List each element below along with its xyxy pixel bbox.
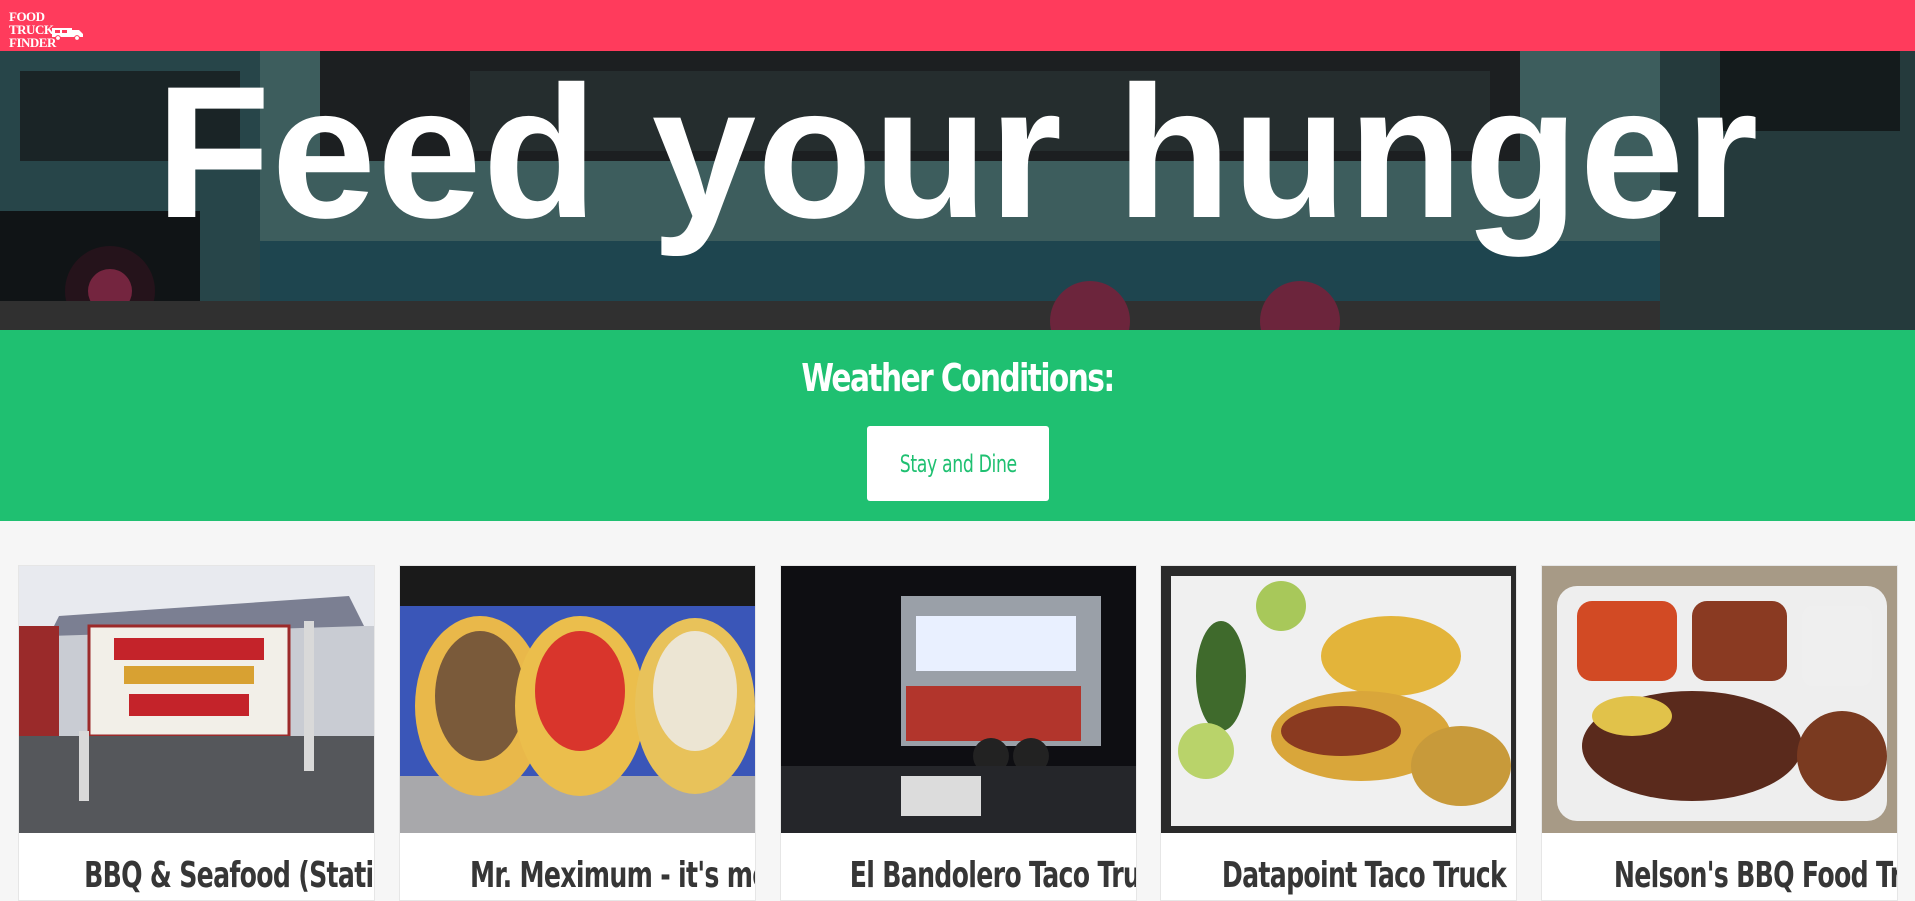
truck-card[interactable]: Datapoint Taco Truck	[1160, 565, 1517, 901]
truck-card-list: BBQ & Seafood (Static Mr. Meximum - it's…	[0, 565, 1915, 901]
truck-photo	[1161, 566, 1516, 833]
navbar: FOOD TRUCK FINDER	[0, 0, 1915, 51]
food-truck-icon	[52, 28, 83, 41]
weather-title: Weather Conditions:	[801, 356, 1115, 400]
truck-name: Datapoint Taco Truck	[1221, 855, 1507, 896]
truck-photo	[781, 566, 1136, 833]
truck-photo	[1542, 566, 1897, 833]
weather-section: Weather Conditions: Stay and Dine	[0, 330, 1915, 521]
site-logo[interactable]: FOOD TRUCK FINDER	[9, 10, 85, 49]
stay-and-dine-button[interactable]: Stay and Dine	[867, 426, 1049, 501]
truck-name: El Bandolero Taco Truck	[849, 855, 1136, 896]
truck-card[interactable]: Mr. Meximum - it's more	[399, 565, 756, 901]
hero-title: Feed your hunger	[155, 51, 1760, 257]
truck-name: Nelson's BBQ Food Truck	[1613, 855, 1897, 896]
hero-banner: Feed your hunger	[0, 51, 1915, 330]
truck-photo	[400, 566, 755, 833]
truck-card[interactable]: BBQ & Seafood (Static	[18, 565, 375, 901]
truck-card[interactable]: Nelson's BBQ Food Truck	[1541, 565, 1898, 901]
truck-card[interactable]: El Bandolero Taco Truck	[780, 565, 1137, 901]
stay-and-dine-label: Stay and Dine	[899, 449, 1017, 478]
truck-name: Mr. Meximum - it's more	[470, 855, 755, 896]
truck-name: BBQ & Seafood (Static	[84, 855, 375, 896]
truck-photo	[19, 566, 374, 833]
